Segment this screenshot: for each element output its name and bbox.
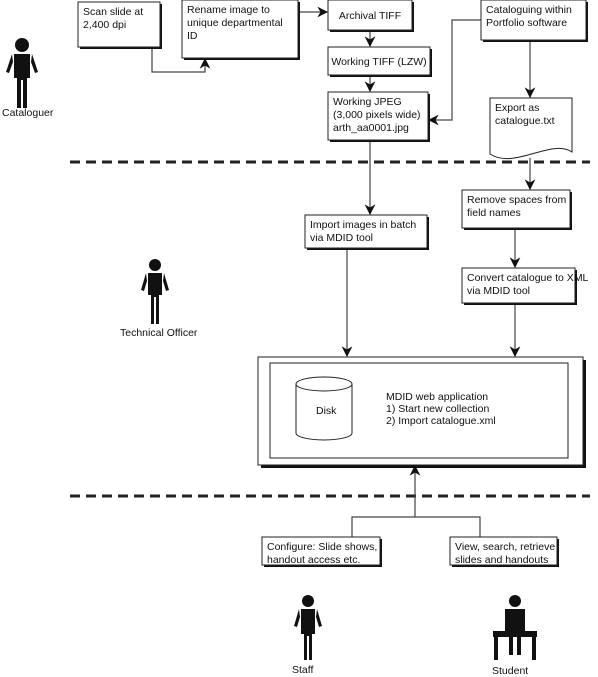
configure-box: Configure: Slide shows,handout access et… <box>261 536 382 567</box>
rename-box-text-line: ID <box>187 30 198 42</box>
working-jpeg-box: Working JPEG(3,000 pixels wide)arth_aa00… <box>327 91 430 142</box>
view-search-box-text-line: slides and handouts <box>455 554 548 566</box>
convert-xml-box-text-line: Convert catalogue to XML <box>467 272 589 284</box>
cataloguing-box-text-line: Portfolio software <box>486 17 567 29</box>
view-search-box-text-line: View, search, retrieve <box>455 541 555 553</box>
configure-box-text-line: handout access etc. <box>267 554 360 566</box>
archival-tiff-box-text-line: Archival TIFF <box>339 10 401 22</box>
import-images-box: Import images in batchvia MDID tool <box>304 214 429 250</box>
working-jpeg-box-text-line: Working JPEG <box>333 96 402 108</box>
arrow-cataloguing-jpeg <box>427 19 481 126</box>
working-jpeg-box-text-line: (3,000 pixels wide) <box>333 109 421 121</box>
scan-box: Scan slide at2,400 dpi <box>77 1 162 49</box>
configure-box-text-line: Configure: Slide shows, <box>267 541 377 553</box>
scan-box-text-line: 2,400 dpi <box>83 19 126 31</box>
mdid-title: MDID web application <box>386 391 488 403</box>
cataloguer-figure-icon <box>6 38 38 108</box>
mdid-web-application: Disk MDID web application 1) Start new c… <box>257 356 586 468</box>
export-document: Export ascatalogue.txt <box>489 97 573 160</box>
remove-spaces-box-text-line: field names <box>467 207 521 219</box>
export-document-text-line: catalogue.txt <box>495 115 555 127</box>
rename-box-text-line: Rename image to <box>187 4 270 16</box>
import-images-box-text-line: via MDID tool <box>310 232 373 244</box>
convert-xml-box: Convert catalogue to XMLvia MDID tool <box>461 267 589 305</box>
workflow-diagram: Scan slide at2,400 dpi Rename image touni… <box>2 0 590 677</box>
student-label: Student <box>492 665 528 677</box>
import-images-box-text-line: Import images in batch <box>310 219 416 231</box>
mdid-item-2: 2) Import catalogue.xml <box>386 415 496 427</box>
remove-spaces-box: Remove spaces fromfield names <box>461 189 572 230</box>
disk-label: Disk <box>316 405 337 417</box>
archival-tiff-box: Archival TIFF <box>327 0 414 32</box>
rename-box: Rename image tounique departmentalID <box>181 0 300 60</box>
convert-xml-box-text-line: via MDID tool <box>467 285 530 297</box>
cataloguer-label: Cataloguer <box>2 107 54 119</box>
cataloguing-box-text-line: Cataloguing within <box>486 4 572 16</box>
working-tiff-box: Working TIFF (LZW) <box>327 46 432 77</box>
cataloguing-box: Cataloguing withinPortfolio software <box>480 0 588 42</box>
working-tiff-box-text-line: Working TIFF (LZW) <box>331 56 426 68</box>
staff-figure-icon <box>294 595 322 660</box>
connector-users <box>351 516 481 537</box>
remove-spaces-box-text-line: Remove spaces from <box>467 194 566 206</box>
working-jpeg-box-text-line: arth_aa0001.jpg <box>333 122 409 134</box>
staff-label: Staff <box>292 664 313 676</box>
technical-officer-figure-icon <box>141 259 169 324</box>
rename-box-text-line: unique departmental <box>187 17 283 29</box>
scan-box-text-line: Scan slide at <box>83 6 143 18</box>
view-search-box: View, search, retrieveslides and handout… <box>449 536 559 567</box>
export-document-text-line: Export as <box>495 102 539 114</box>
mdid-item-1: 1) Start new collection <box>386 403 489 415</box>
student-at-desk-icon <box>493 595 537 660</box>
technical-officer-label: Technical Officer <box>120 327 198 339</box>
